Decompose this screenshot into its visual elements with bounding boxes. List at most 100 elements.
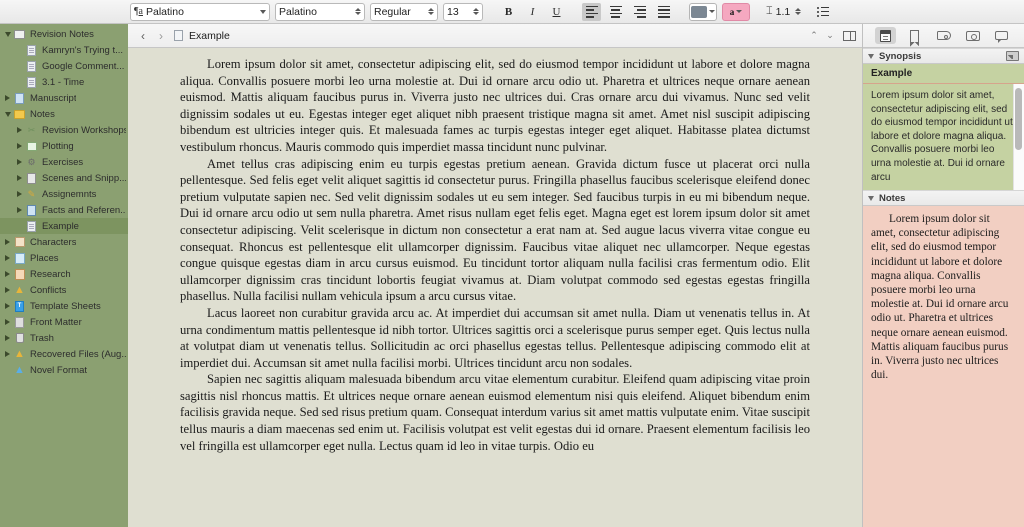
- editor-paragraph: Lorem ipsum dolor sit amet, consectetur …: [180, 57, 810, 154]
- disclosure-triangle-icon[interactable]: [2, 271, 13, 277]
- comments-tab[interactable]: [991, 27, 1012, 44]
- disclosure-triangle-icon[interactable]: [2, 319, 13, 325]
- font-size-dropdown[interactable]: 13: [443, 2, 483, 21]
- disclosure-triangle-icon[interactable]: [14, 159, 25, 165]
- align-justify-button[interactable]: [654, 3, 673, 21]
- sidebar-item-label: Manuscript: [30, 92, 77, 104]
- sidebar-item-label: Revision Workshops: [42, 124, 126, 136]
- line-spacing-stepper[interactable]: [793, 8, 802, 15]
- triangle-down-icon[interactable]: [868, 53, 874, 59]
- sidebar-item-revision-notes[interactable]: Revision Notes: [0, 26, 128, 42]
- sidebar-item-characters[interactable]: Characters: [0, 234, 128, 250]
- notes-text[interactable]: Lorem ipsum dolor sit amet, consectetur …: [863, 206, 1024, 527]
- synopsis-panel-header[interactable]: Synopsis: [863, 48, 1024, 64]
- disclosure-triangle-icon[interactable]: [2, 303, 13, 309]
- disclosure-triangle-icon[interactable]: [2, 111, 13, 117]
- sidebar-item-revision-workshops[interactable]: ✂ Revision Workshops: [0, 122, 128, 138]
- font-face-dropdown[interactable]: Regular: [370, 2, 438, 21]
- sidebar-item-google-comment[interactable]: Google Comment...: [0, 58, 128, 74]
- triangle-down-icon[interactable]: [868, 195, 874, 201]
- text-color-button[interactable]: [689, 2, 717, 21]
- snapshots-tab[interactable]: [962, 27, 983, 44]
- align-center-button[interactable]: [606, 3, 625, 21]
- font-family-stepper[interactable]: [353, 8, 361, 15]
- sidebar-item-plotting[interactable]: Plotting: [0, 138, 128, 154]
- editor-header: ‹ › Example ⌃ ⌄: [128, 24, 862, 48]
- align-right-button[interactable]: [630, 3, 649, 21]
- binder-sidebar[interactable]: Revision Notes Kamryn's Trying t... Google…: [0, 24, 128, 527]
- disclosure-triangle-icon[interactable]: [14, 207, 25, 213]
- bold-button[interactable]: B: [499, 3, 518, 21]
- sidebar-item-scenes-and-snipp[interactable]: Scenes and Snipp...: [0, 170, 128, 186]
- sidebar-item-facts-and-referen[interactable]: Facts and Referen...: [0, 202, 128, 218]
- editor-page[interactable]: Lorem ipsum dolor sit amet, consectetur …: [128, 48, 862, 454]
- sidebar-item-manuscript[interactable]: Manuscript: [0, 90, 128, 106]
- editor-paragraph: Lacus laoreet non curabitur gravida arcu…: [180, 305, 810, 370]
- disclosure-triangle-icon[interactable]: [2, 239, 13, 245]
- chevron-down-icon[interactable]: ⌄: [823, 30, 837, 41]
- metadata-tab[interactable]: [933, 27, 954, 44]
- synopsis-text-content: Lorem ipsum dolor sit amet, consectetur …: [871, 90, 1013, 183]
- sidebar-item-assignemnts[interactable]: ✎ Assignemnts: [0, 186, 128, 202]
- sidebar-item-recovered-files-aug[interactable]: ▲ Recovered Files (Aug...: [0, 346, 128, 362]
- sidebar-item-front-matter[interactable]: Front Matter: [0, 314, 128, 330]
- bookmarks-tab[interactable]: [904, 27, 925, 47]
- chevron-down-icon: [260, 9, 266, 14]
- notes-panel-header[interactable]: Notes: [863, 190, 1024, 206]
- align-center-icon: [609, 5, 622, 18]
- forward-button[interactable]: ›: [152, 29, 170, 43]
- paragraph-style-dropdown[interactable]: ¶a Palatino: [130, 2, 270, 21]
- sidebar-item-example[interactable]: Example: [0, 218, 128, 234]
- font-family-dropdown[interactable]: Palatino: [275, 2, 365, 21]
- disclosure-triangle-icon[interactable]: [2, 255, 13, 261]
- highlight-color-button[interactable]: a: [722, 2, 750, 21]
- disclosure-triangle-icon[interactable]: [14, 127, 25, 133]
- bookmark-icon: [909, 29, 920, 47]
- font-size-stepper[interactable]: [471, 8, 479, 15]
- list-style-dropdown[interactable]: [817, 6, 832, 17]
- image-icon[interactable]: [1006, 51, 1019, 61]
- document-icon: [25, 44, 38, 56]
- disclosure-triangle-icon[interactable]: [14, 175, 25, 181]
- italic-button[interactable]: I: [523, 3, 542, 21]
- underline-button[interactable]: U: [547, 3, 566, 21]
- synopsis-card-title[interactable]: Example: [863, 64, 1024, 84]
- sidebar-item-places[interactable]: Places: [0, 250, 128, 266]
- folder-yellow-icon: [13, 109, 26, 120]
- sidebar-item-exercises[interactable]: ⚙ Exercises: [0, 154, 128, 170]
- back-button[interactable]: ‹: [134, 29, 152, 43]
- comment-icon: [995, 31, 1008, 43]
- sidebar-item-label: Plotting: [42, 140, 74, 152]
- disclosure-triangle-icon[interactable]: [2, 287, 13, 293]
- chevron-down-icon: [736, 10, 743, 13]
- disclosure-triangle-icon[interactable]: [14, 191, 25, 197]
- warning-icon: ▲: [14, 347, 25, 360]
- sidebar-item-notes[interactable]: Notes: [0, 106, 128, 122]
- document-editor[interactable]: Lorem ipsum dolor sit amet, consectetur …: [128, 48, 862, 527]
- disclosure-triangle-icon[interactable]: [2, 351, 13, 357]
- sidebar-item-3-1-time[interactable]: 3.1 - Time: [0, 74, 128, 90]
- font-size-value: 13: [447, 5, 459, 18]
- sidebar-item-research[interactable]: Research: [0, 266, 128, 282]
- paragraph-style-value: Palatino: [145, 5, 184, 18]
- sidebar-item-trash[interactable]: Trash: [0, 330, 128, 346]
- notes-tab[interactable]: [875, 27, 896, 44]
- disclosure-triangle-icon[interactable]: [2, 335, 13, 341]
- align-left-button[interactable]: [582, 2, 601, 21]
- disclosure-triangle-icon[interactable]: [2, 95, 13, 101]
- line-spacing-control[interactable]: ⌶ 1.1: [766, 5, 802, 18]
- sidebar-item-novel-format[interactable]: ▲ Novel Format: [0, 362, 128, 378]
- font-face-stepper[interactable]: [426, 8, 434, 15]
- disclosure-triangle-icon[interactable]: [14, 143, 25, 149]
- sidebar-item-kamryn-s-trying-t[interactable]: Kamryn's Trying t...: [0, 42, 128, 58]
- split-view-icon[interactable]: [843, 30, 856, 41]
- chevron-up-icon[interactable]: ⌃: [807, 30, 821, 41]
- sidebar-item-conflicts[interactable]: ▲ Conflicts: [0, 282, 128, 298]
- disclosure-triangle-icon[interactable]: [2, 31, 13, 37]
- sidebar-item-label: Research: [30, 268, 71, 280]
- sidebar-item-template-sheets[interactable]: T Template Sheets: [0, 298, 128, 314]
- document-icon: [25, 76, 38, 88]
- synopsis-text[interactable]: Lorem ipsum dolor sit amet, consectetur …: [863, 84, 1024, 190]
- synopsis-scrollbar-thumb[interactable]: [1015, 88, 1022, 150]
- document-icon: [25, 60, 38, 72]
